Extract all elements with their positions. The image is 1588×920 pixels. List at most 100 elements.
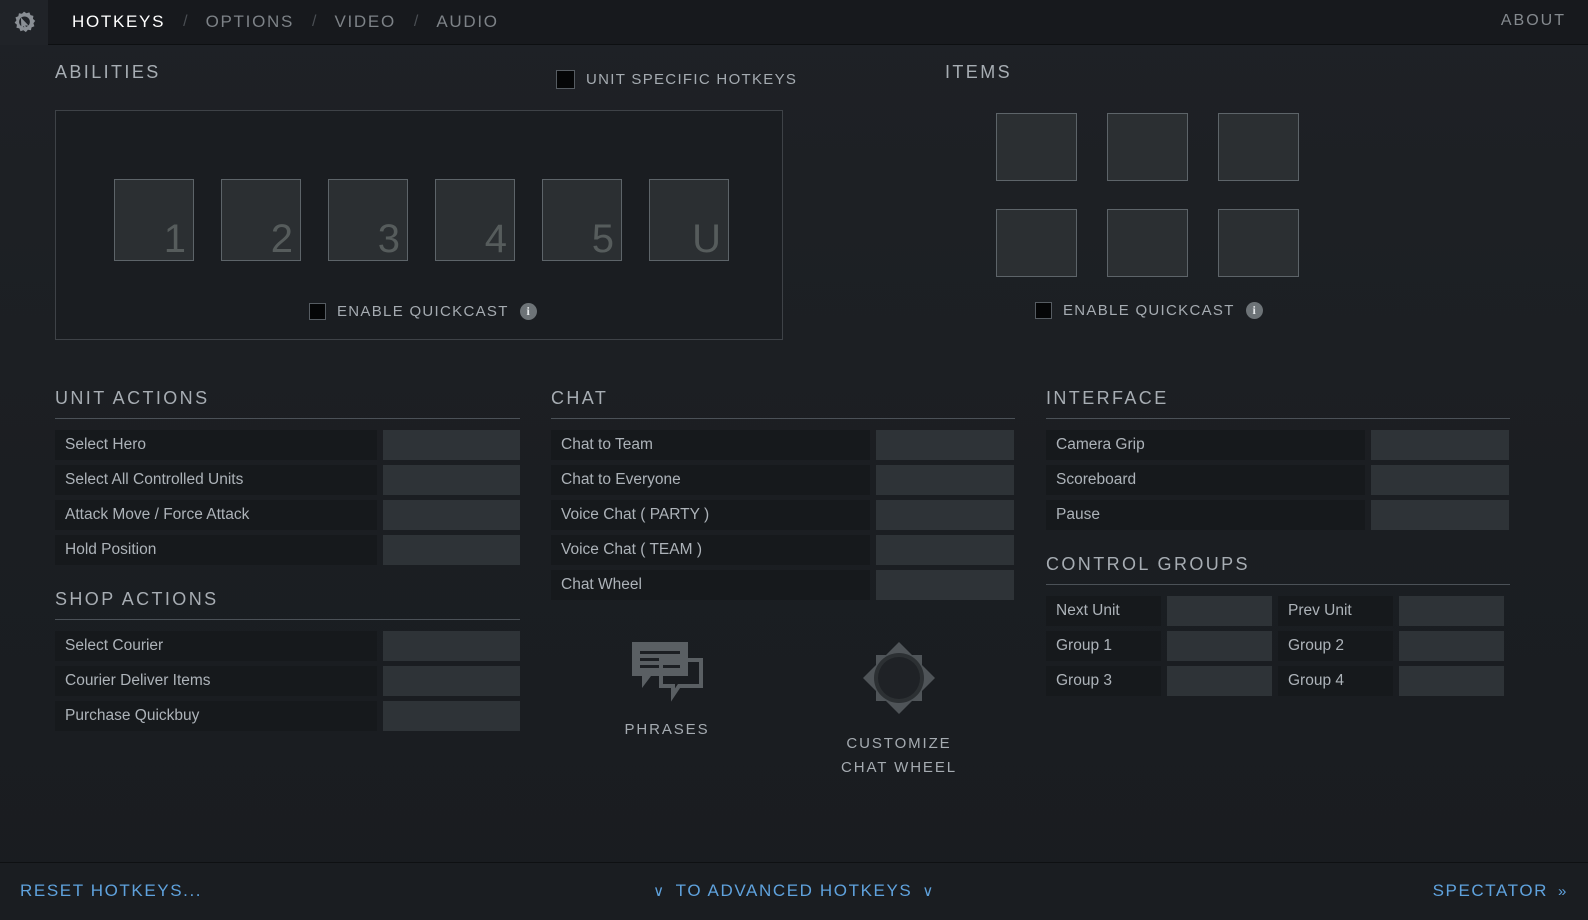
hotkey-value[interactable]: [382, 535, 520, 565]
hotkey-value[interactable]: [876, 535, 1014, 565]
hotkey-value[interactable]: [876, 465, 1014, 495]
item-slot[interactable]: [1218, 113, 1299, 181]
hotkey-label: Courier Deliver Items: [55, 666, 377, 696]
ability-slot[interactable]: 4: [435, 179, 515, 261]
unit-actions-section: UNIT ACTIONS Select Hero Select All Cont…: [55, 388, 520, 570]
control-group-label: Group 4: [1278, 666, 1393, 696]
hotkey-row[interactable]: Camera Grip: [1046, 430, 1510, 460]
chevron-down-icon: ∨: [653, 882, 666, 900]
tab-options[interactable]: OPTIONS: [204, 12, 296, 32]
ability-slot[interactable]: 2: [221, 179, 301, 261]
speech-bubbles-icon: [632, 642, 703, 702]
items-quickcast-label: ENABLE QUICKCAST: [1063, 302, 1235, 319]
interface-heading: INTERFACE: [1046, 388, 1510, 419]
tab-video[interactable]: VIDEO: [332, 12, 397, 32]
hotkey-value[interactable]: [1371, 430, 1509, 460]
hotkey-value[interactable]: [876, 430, 1014, 460]
chat-heading: CHAT: [551, 388, 1015, 419]
chat-wheel-label-line1: CUSTOMIZE: [846, 735, 952, 752]
hotkey-value[interactable]: [876, 570, 1014, 600]
hotkey-row[interactable]: Purchase Quickbuy: [55, 701, 520, 731]
tab-about[interactable]: ABOUT: [1501, 12, 1566, 30]
hotkey-row[interactable]: Courier Deliver Items: [55, 666, 520, 696]
hotkey-value[interactable]: [876, 500, 1014, 530]
interface-section: INTERFACE Camera Grip Scoreboard Pause: [1046, 388, 1510, 535]
hotkey-row[interactable]: Select Hero: [55, 430, 520, 460]
item-slot[interactable]: [1107, 209, 1188, 277]
items-heading: ITEMS: [945, 62, 1013, 82]
gear-cursor-icon: [14, 11, 36, 33]
hotkey-row[interactable]: Hold Position: [55, 535, 520, 565]
hotkey-value[interactable]: [1371, 465, 1509, 495]
customize-chat-wheel-button[interactable]: CUSTOMIZE CHAT WHEEL: [783, 640, 1015, 780]
tab-hotkeys[interactable]: HOTKEYS: [70, 12, 167, 32]
shop-actions-section: SHOP ACTIONS Select Courier Courier Deli…: [55, 589, 520, 736]
abilities-quickcast-checkbox[interactable]: [309, 303, 326, 320]
hotkey-value[interactable]: [1371, 500, 1509, 530]
ability-slot[interactable]: 3: [328, 179, 408, 261]
item-slot[interactable]: [996, 113, 1077, 181]
hotkey-label: Purchase Quickbuy: [55, 701, 377, 731]
hotkey-label: Attack Move / Force Attack: [55, 500, 377, 530]
hotkey-row[interactable]: Pause: [1046, 500, 1510, 530]
hotkey-label: Scoreboard: [1046, 465, 1365, 495]
ability-slot[interactable]: 1: [114, 179, 194, 261]
info-icon[interactable]: i: [1245, 302, 1263, 319]
ability-slot[interactable]: U: [649, 179, 729, 261]
unit-specific-hotkeys-checkbox[interactable]: [556, 70, 575, 89]
hotkey-label: Select All Controlled Units: [55, 465, 377, 495]
item-slot[interactable]: [1218, 209, 1299, 277]
hotkey-value[interactable]: [382, 666, 520, 696]
hotkey-value[interactable]: [382, 500, 520, 530]
ability-slot-key: 5: [591, 217, 614, 261]
control-groups-rows: Next Unit Prev Unit Group 1 Group 2 Grou…: [1046, 596, 1510, 696]
shop-actions-heading: SHOP ACTIONS: [55, 589, 520, 620]
to-advanced-hotkeys-button[interactable]: ∨ TO ADVANCED HOTKEYS ∨: [653, 881, 935, 901]
ability-slot-key: U: [692, 217, 721, 261]
hotkey-row[interactable]: Select All Controlled Units: [55, 465, 520, 495]
phrases-button[interactable]: PHRASES: [551, 640, 783, 780]
info-icon[interactable]: i: [519, 303, 537, 320]
control-group-value[interactable]: [1167, 631, 1272, 661]
ability-slot-key: 4: [484, 217, 507, 261]
settings-gear-button[interactable]: [0, 0, 48, 45]
reset-hotkeys-button[interactable]: RESET HOTKEYS...: [20, 881, 202, 901]
tab-audio[interactable]: AUDIO: [434, 12, 500, 32]
items-quickcast-row[interactable]: ENABLE QUICKCAST i: [1035, 302, 1263, 319]
hotkey-value[interactable]: [382, 701, 520, 731]
hotkey-row[interactable]: Scoreboard: [1046, 465, 1510, 495]
control-group-label: Group 3: [1046, 666, 1161, 696]
abilities-quickcast-label: ENABLE QUICKCAST: [337, 303, 509, 320]
abilities-heading: ABILITIES: [55, 62, 161, 82]
item-slot[interactable]: [996, 209, 1077, 277]
shop-actions-rows: Select Courier Courier Deliver Items Pur…: [55, 631, 520, 731]
hotkey-value[interactable]: [382, 631, 520, 661]
control-group-value[interactable]: [1167, 666, 1272, 696]
hotkey-row[interactable]: Chat Wheel: [551, 570, 1015, 600]
spectator-button[interactable]: SPECTATOR »: [1433, 881, 1568, 901]
hotkey-row[interactable]: Voice Chat ( TEAM ): [551, 535, 1015, 565]
item-slot[interactable]: [1107, 113, 1188, 181]
hotkey-row[interactable]: Select Courier: [55, 631, 520, 661]
unit-specific-hotkeys-checkbox-row[interactable]: UNIT SPECIFIC HOTKEYS: [556, 70, 797, 89]
hotkey-row[interactable]: Chat to Team: [551, 430, 1015, 460]
interface-rows: Camera Grip Scoreboard Pause: [1046, 430, 1510, 530]
ability-slot-key: 1: [163, 217, 186, 261]
hotkey-label: Hold Position: [55, 535, 377, 565]
ability-slot[interactable]: 5: [542, 179, 622, 261]
items-quickcast-checkbox[interactable]: [1035, 302, 1052, 319]
hotkey-row[interactable]: Chat to Everyone: [551, 465, 1015, 495]
hotkey-row[interactable]: Attack Move / Force Attack: [55, 500, 520, 530]
abilities-quickcast-row[interactable]: ENABLE QUICKCAST i: [309, 303, 537, 320]
hotkey-value[interactable]: [382, 430, 520, 460]
control-group-value[interactable]: [1399, 666, 1504, 696]
hotkey-value[interactable]: [382, 465, 520, 495]
control-group-value[interactable]: [1399, 631, 1504, 661]
control-group-value[interactable]: [1167, 596, 1272, 626]
control-group-row: Group 1 Group 2: [1046, 631, 1510, 661]
unit-actions-rows: Select Hero Select All Controlled Units …: [55, 430, 520, 565]
nav-separator: /: [312, 13, 317, 30]
control-group-value[interactable]: [1399, 596, 1504, 626]
unit-specific-hotkeys-label: UNIT SPECIFIC HOTKEYS: [586, 71, 798, 88]
hotkey-row[interactable]: Voice Chat ( PARTY ): [551, 500, 1015, 530]
